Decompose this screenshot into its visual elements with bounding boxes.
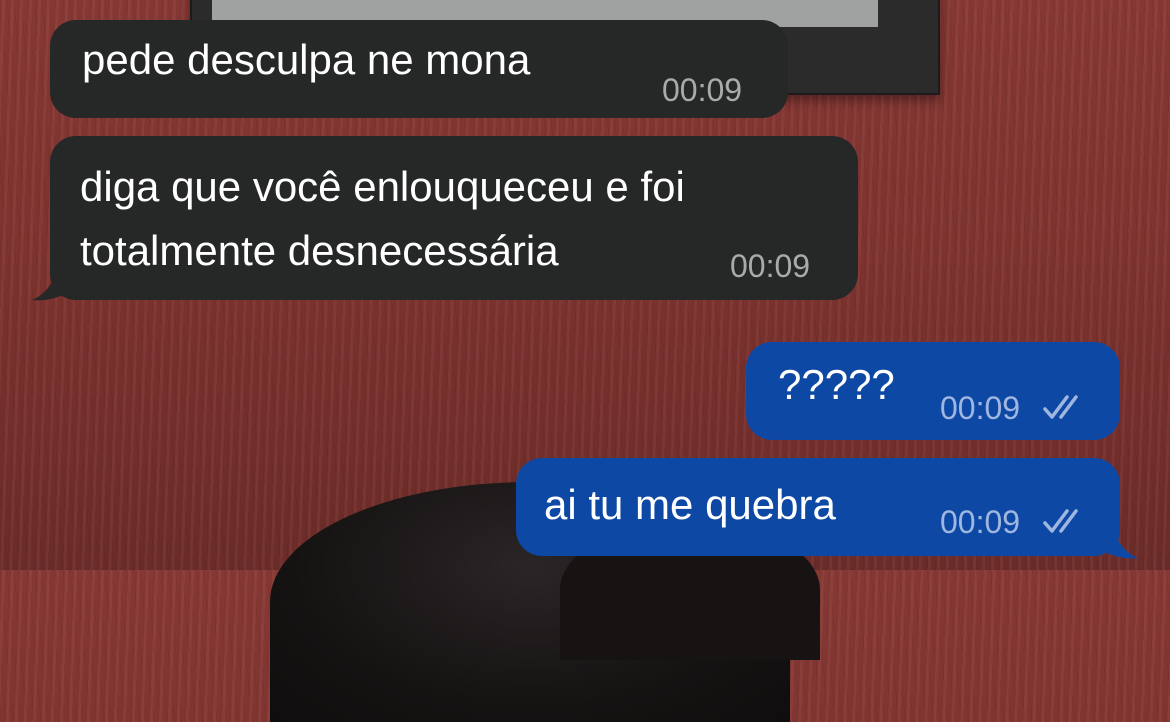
message-text-line-1: diga que você enlouqueceu e foi	[80, 163, 685, 210]
message-text: pede desculpa ne mona	[82, 36, 531, 83]
message-bubble-incoming[interactable]: diga que você enlouqueceu e foi totalmen…	[50, 136, 858, 300]
message-time: 00:09	[730, 248, 811, 284]
double-check-icon	[1043, 395, 1078, 419]
message-time: 00:09	[940, 390, 1021, 426]
message-time: 00:09	[662, 72, 743, 108]
message-bubble-outgoing[interactable]: ????? 00:09	[746, 342, 1120, 440]
double-check-icon	[1043, 509, 1078, 533]
message-bubble-outgoing[interactable]: ai tu me quebra 00:09	[516, 458, 1120, 556]
message-text-line-2: totalmente desnecessária	[80, 227, 559, 274]
message-time: 00:09	[940, 504, 1021, 540]
message-text: ?????	[778, 361, 895, 408]
outgoing-bubble-tail	[1100, 520, 1138, 559]
incoming-bubble-tail	[32, 262, 70, 301]
message-text: ai tu me quebra	[544, 481, 836, 528]
message-bubble-incoming[interactable]: pede desculpa ne mona 00:09	[50, 20, 788, 118]
